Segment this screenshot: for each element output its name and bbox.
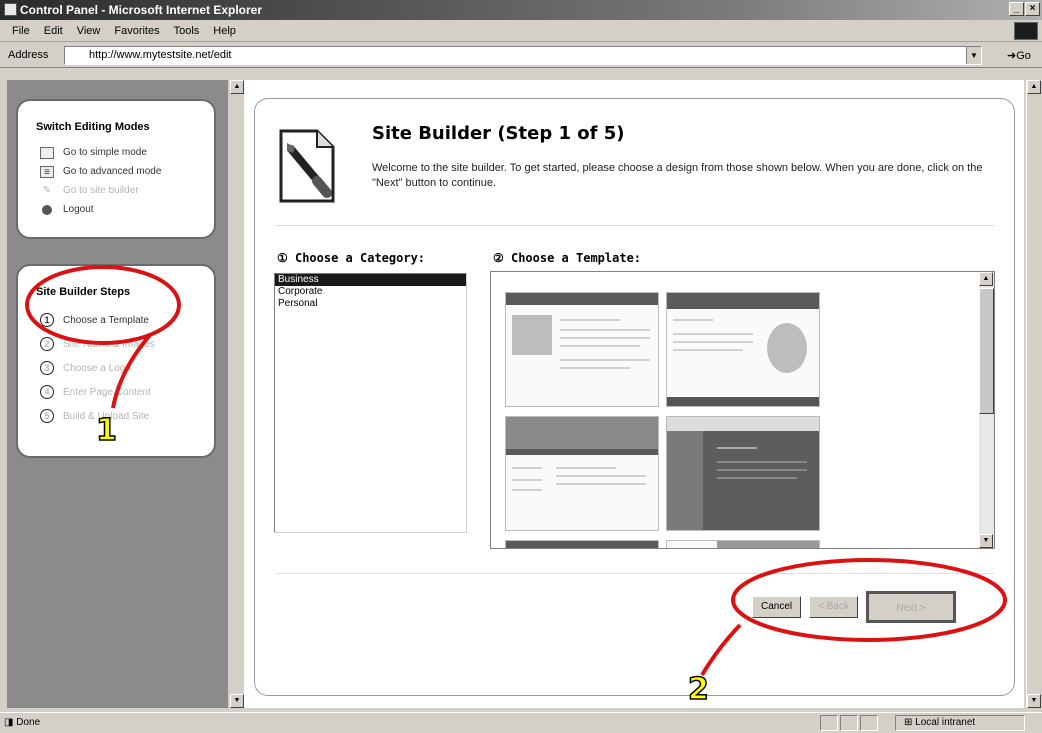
step-item-5: 5 Build & Upload Site xyxy=(36,404,214,428)
step-number-1: 1 xyxy=(40,313,54,327)
template-gallery[interactable]: ▲ ▼ xyxy=(490,271,995,549)
step-item-1[interactable]: 1 Choose a Template xyxy=(36,308,214,332)
template-scrollbar[interactable]: ▲ ▼ xyxy=(979,272,994,548)
scroll-up-icon[interactable]: ▲ xyxy=(230,80,244,94)
menu-tools[interactable]: Tools xyxy=(174,25,200,37)
back-button: < Back xyxy=(809,596,858,618)
address-label: Address xyxy=(8,49,49,61)
menu-favorites[interactable]: Favorites xyxy=(114,25,159,37)
template-heading: ② Choose a Template: xyxy=(493,251,642,265)
site-builder-icon: ✎ xyxy=(42,184,52,196)
status-cell xyxy=(860,715,878,731)
page-intro: Welcome to the site builder. To get star… xyxy=(372,162,983,189)
advanced-mode-icon: ≡ xyxy=(40,165,54,178)
scroll-down-icon[interactable]: ▼ xyxy=(1027,694,1041,708)
switch-modes-heading: Switch Editing Modes xyxy=(36,121,150,133)
switch-modes-panel: Switch Editing Modes Go to simple mode ≡… xyxy=(16,99,216,239)
category-option-business[interactable]: Business xyxy=(275,274,466,286)
next-button[interactable]: Next > xyxy=(866,591,956,623)
security-zone: ⊞ Local intranet xyxy=(895,715,1025,731)
go-button[interactable]: ➜Go xyxy=(1007,49,1031,62)
template-thumbnail[interactable] xyxy=(505,292,659,407)
windows-logo-icon xyxy=(1014,22,1038,40)
status-cell xyxy=(820,715,838,731)
step-item-4: 4 Enter Page Content xyxy=(36,380,214,404)
close-button[interactable]: × xyxy=(1025,2,1040,16)
divider xyxy=(275,225,995,226)
step-number-3: 3 xyxy=(40,361,54,375)
sidebar: Switch Editing Modes Go to simple mode ≡… xyxy=(7,80,228,708)
template-thumbnail[interactable] xyxy=(666,292,820,407)
steps-heading: Site Builder Steps xyxy=(36,286,131,298)
step-number-2: 2 xyxy=(40,337,54,351)
sidebar-item-advanced-mode[interactable]: ≡ Go to advanced mode xyxy=(36,162,214,181)
address-dropdown-icon[interactable]: ▼ xyxy=(966,47,981,64)
minimize-button[interactable]: _ xyxy=(1009,2,1024,16)
simple-mode-icon xyxy=(40,146,54,159)
scroll-up-icon[interactable]: ▲ xyxy=(979,272,993,286)
category-heading: ① Choose a Category: xyxy=(277,251,426,265)
site-builder-card: Site Builder (Step 1 of 5) Welcome to th… xyxy=(254,98,1015,696)
status-cell xyxy=(840,715,858,731)
browser-window: Control Panel - Microsoft Internet Explo… xyxy=(0,0,1042,732)
address-url: http://www.mytestsite.net/edit xyxy=(89,49,232,61)
address-bar: Address http://www.mytestsite.net/edit ▼… xyxy=(0,43,1042,68)
scroll-up-icon[interactable]: ▲ xyxy=(1027,80,1041,94)
sidebar-item-simple-mode[interactable]: Go to simple mode xyxy=(36,143,214,162)
title-bar: Control Panel - Microsoft Internet Explo… xyxy=(0,0,1042,20)
annotation-number-1: 1 xyxy=(95,412,117,449)
divider xyxy=(275,573,995,574)
template-thumbnail[interactable] xyxy=(505,416,659,531)
scroll-down-icon[interactable]: ▼ xyxy=(230,694,244,708)
category-option-personal[interactable]: Personal xyxy=(275,298,466,310)
menu-edit[interactable]: Edit xyxy=(44,25,63,37)
site-builder-tool-icon xyxy=(279,129,335,203)
scroll-down-icon[interactable]: ▼ xyxy=(979,534,993,548)
template-thumbnail[interactable] xyxy=(666,540,820,548)
sidebar-item-site-builder: ✎ Go to site builder xyxy=(36,181,214,200)
window-title: Control Panel - Microsoft Internet Explo… xyxy=(20,3,263,17)
main-content: Site Builder (Step 1 of 5) Welcome to th… xyxy=(244,80,1024,708)
frame-scrollbar[interactable]: ▲ ▼ xyxy=(230,80,244,708)
template-thumbnail[interactable] xyxy=(666,416,820,531)
ie-icon xyxy=(4,3,17,16)
step-number-4: 4 xyxy=(40,385,54,399)
category-list[interactable]: Business Corporate Personal xyxy=(274,273,467,533)
scroll-thumb[interactable] xyxy=(979,288,994,414)
status-text: ◨ Done xyxy=(4,717,41,728)
step-item-3: 3 Choose a Logo xyxy=(36,356,214,380)
menu-file[interactable]: File xyxy=(12,25,30,37)
logout-icon xyxy=(42,204,52,215)
sidebar-item-logout[interactable]: Logout xyxy=(36,200,214,219)
category-option-corporate[interactable]: Corporate xyxy=(275,286,466,298)
address-input[interactable]: http://www.mytestsite.net/edit ▼ xyxy=(64,46,982,65)
status-bar: ◨ Done ⊞ Local intranet xyxy=(0,712,1042,732)
page-title: Site Builder (Step 1 of 5) xyxy=(372,123,625,144)
wizard-buttons: Cancel < Back Next > xyxy=(752,591,956,623)
cancel-button[interactable]: Cancel xyxy=(752,596,802,618)
step-number-5: 5 xyxy=(40,409,54,423)
menu-bar: File Edit View Favorites Tools Help xyxy=(0,20,1042,42)
step-item-2: 2 Site Name & Images xyxy=(36,332,214,356)
window-scrollbar[interactable]: ▲ ▼ xyxy=(1026,80,1042,708)
menu-view[interactable]: View xyxy=(77,25,101,37)
template-thumbnail[interactable] xyxy=(505,540,659,548)
menu-help[interactable]: Help xyxy=(213,25,236,37)
annotation-number-2: 2 xyxy=(687,671,709,708)
